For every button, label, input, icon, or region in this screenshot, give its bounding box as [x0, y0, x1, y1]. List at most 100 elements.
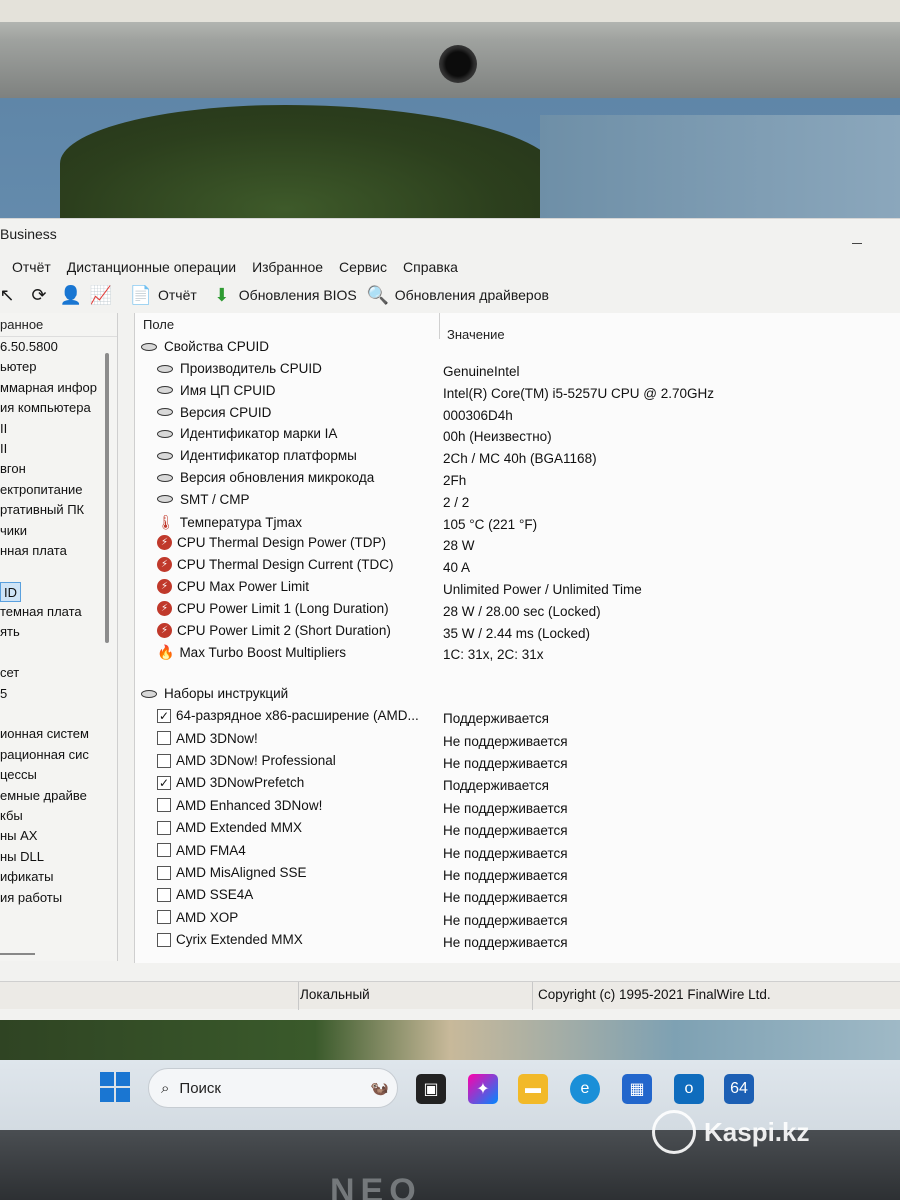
property-row[interactable]: Cyrix Extended MMX Не поддерживается	[135, 932, 900, 954]
nav-item[interactable]: чики	[0, 521, 117, 541]
chart-icon[interactable]: 📈	[90, 284, 112, 306]
nav-item-label: ны DLL	[0, 848, 44, 864]
nav-item[interactable]: ять	[0, 622, 117, 642]
navigation-tree[interactable]: ранное 6.50.5800 ьютер ммарная инфор ия ком…	[0, 313, 118, 961]
document-icon: 📄	[129, 284, 153, 305]
property-row[interactable]: AMD 3DNow! Professional Не поддерживается	[135, 753, 900, 775]
nav-item[interactable]: нная плата	[0, 541, 117, 561]
property-name: Версия обновления микрокода	[180, 470, 375, 485]
nav-item[interactable]: емные драйве	[0, 786, 117, 806]
report-button[interactable]: 📄 Отчёт	[130, 284, 197, 306]
nav-item[interactable]: сет	[0, 663, 117, 683]
aida64-badge: 64	[730, 1080, 748, 1097]
property-row[interactable]: AMD XOP Не поддерживается	[135, 910, 900, 932]
bios-update-button[interactable]: ⬇ Обновления BIOS	[211, 284, 357, 306]
nav-item[interactable]: вгон	[0, 459, 117, 479]
nav-item-label: ификаты	[0, 869, 54, 885]
nav-item[interactable]	[0, 704, 117, 724]
property-field: AMD 3DNow!	[157, 731, 258, 746]
nav-item[interactable]: 5	[0, 684, 117, 704]
property-row[interactable]: Версия CPUID 000306D4h	[135, 405, 900, 427]
property-row[interactable]: AMD MisAligned SSE Не поддерживается	[135, 865, 900, 887]
power-icon: ⚡	[157, 579, 172, 594]
nav-item[interactable]: цессы	[0, 765, 117, 785]
property-name: AMD XOP	[176, 909, 239, 925]
driver-update-button[interactable]: 🔍 Обновления драйверов	[367, 284, 549, 306]
file-explorer-icon[interactable]: ▬	[518, 1074, 548, 1104]
nav-item[interactable]: II	[0, 419, 117, 439]
nav-scrollbar[interactable]	[105, 353, 109, 643]
property-row[interactable]: ⚡ CPU Thermal Design Power (TDP) 28 W	[135, 535, 900, 557]
column-divider[interactable]	[439, 313, 440, 339]
nav-item[interactable]: кбы	[0, 806, 117, 826]
driver-update-label: Обновления драйверов	[394, 287, 549, 303]
nav-item[interactable]	[0, 561, 117, 581]
aida64-icon[interactable]: 64	[724, 1074, 754, 1104]
property-row[interactable]: AMD 3DNow! Не поддерживается	[135, 731, 900, 753]
property-field: AMD SSE4A	[157, 887, 253, 902]
nav-item-label: цессы	[0, 767, 37, 783]
property-row[interactable]: AMD Enhanced 3DNow! Не поддерживается	[135, 798, 900, 820]
property-name: 64-разрядное x86-расширение (AMD...	[176, 708, 419, 724]
nav-item[interactable]: ификаты	[0, 867, 117, 887]
nav-item[interactable]: ектропитание	[0, 480, 117, 500]
nav-item[interactable]: рационная сис	[0, 745, 117, 765]
property-row[interactable]: Версия обновления микрокода 2Fh	[135, 470, 900, 492]
minimize-button[interactable]	[852, 243, 862, 244]
taskbar-search-box[interactable]: ⌕ Поиск 🦦	[148, 1068, 398, 1108]
column-field-header[interactable]: Поле	[143, 317, 174, 332]
copilot-icon[interactable]: ✦	[468, 1074, 498, 1104]
property-row[interactable]: AMD Extended MMX Не поддерживается	[135, 820, 900, 842]
back-icon[interactable]: ↖	[0, 284, 18, 306]
nav-item[interactable]: ны AX	[0, 826, 117, 846]
nav-hscroll[interactable]	[0, 953, 35, 955]
toolbar: ↖ ⟳ 👤 📈 📄 Отчёт ⬇ Обновления BIOS 🔍 Обно…	[0, 277, 900, 313]
property-row[interactable]: Имя ЦП CPUID Intel(R) Core(TM) i5-5257U C…	[135, 383, 900, 405]
property-row[interactable]: AMD FMA4 Не поддерживается	[135, 843, 900, 865]
property-row[interactable]: ✓ AMD 3DNowPrefetch Поддерживается	[135, 775, 900, 797]
property-row[interactable]: ⚡ CPU Power Limit 2 (Short Duration) 35 W …	[135, 622, 900, 645]
property-row[interactable]: Идентификатор платформы 2Ch / MC 40h (BGA…	[135, 448, 900, 470]
refresh-icon[interactable]: ⟳	[28, 284, 50, 306]
nav-item[interactable]: ммарная инфор	[0, 378, 117, 398]
nav-item[interactable]: ID	[0, 581, 117, 603]
property-field: AMD FMA4	[157, 843, 246, 858]
property-row[interactable]: ⚡ CPU Thermal Design Current (TDC) 40 A	[135, 557, 900, 579]
property-row[interactable]: SMT / CMP 2 / 2	[135, 492, 900, 514]
property-row[interactable]: Производитель CPUID GenuineIntel	[135, 361, 900, 383]
nav-item[interactable]: ия работы	[0, 888, 117, 908]
nav-item[interactable]	[0, 643, 117, 663]
group-cpuid-properties[interactable]: Свойства CPUID	[135, 339, 900, 361]
group-title: Свойства CPUID	[164, 339, 270, 354]
property-row[interactable]: Идентификатор марки IA 00h (Неизвестно)	[135, 426, 900, 448]
task-view-icon[interactable]: ▣	[416, 1074, 446, 1104]
property-value: Не поддерживается	[443, 935, 568, 951]
property-row[interactable]: 🌡 Температура Tjmax 105 °C (221 °F)	[135, 514, 900, 536]
nav-item[interactable]: ия компьютера	[0, 398, 117, 418]
property-row[interactable]: ✓ 64-разрядное x86-расширение (AMD... Подд…	[135, 708, 900, 730]
nav-item[interactable]: темная плата	[0, 602, 117, 622]
property-row[interactable]: 🔥 Max Turbo Boost Multipliers 1C: 31x, 2C:…	[135, 644, 900, 666]
nav-item[interactable]: 6.50.5800	[0, 337, 117, 357]
windows-start-icon[interactable]	[100, 1072, 130, 1102]
nav-item[interactable]: ьютер	[0, 357, 117, 377]
nav-item-label: ия компьютера	[0, 400, 91, 416]
nav-item[interactable]: ионная систем	[0, 724, 117, 744]
property-row[interactable]: AMD SSE4A Не поддерживается	[135, 887, 900, 909]
chip-icon	[157, 473, 175, 482]
nav-item[interactable]: ны DLL	[0, 847, 117, 867]
property-row[interactable]: ⚡ CPU Power Limit 1 (Long Duration) 28 W /…	[135, 600, 900, 623]
property-field: ✓ 64-разрядное x86-расширение (AMD...	[157, 708, 419, 723]
nav-item[interactable]: II	[0, 439, 117, 459]
property-row[interactable]: ⚡ CPU Max Power Limit Unlimited Power / Un…	[135, 579, 900, 601]
user-icon[interactable]: 👤	[60, 284, 82, 306]
nav-item-label: ьютер	[0, 359, 37, 375]
chip-icon	[157, 364, 175, 373]
store-icon[interactable]: ▦	[622, 1074, 652, 1104]
title-bar[interactable]: Business	[0, 219, 900, 249]
property-field: Идентификатор марки IA	[157, 426, 337, 441]
edge-browser-icon[interactable]: e	[570, 1074, 600, 1104]
group-instruction-sets[interactable]: Наборы инструкций	[135, 686, 900, 708]
nav-item[interactable]: ртативный ПК	[0, 500, 117, 520]
outlook-icon[interactable]: o	[674, 1074, 704, 1104]
